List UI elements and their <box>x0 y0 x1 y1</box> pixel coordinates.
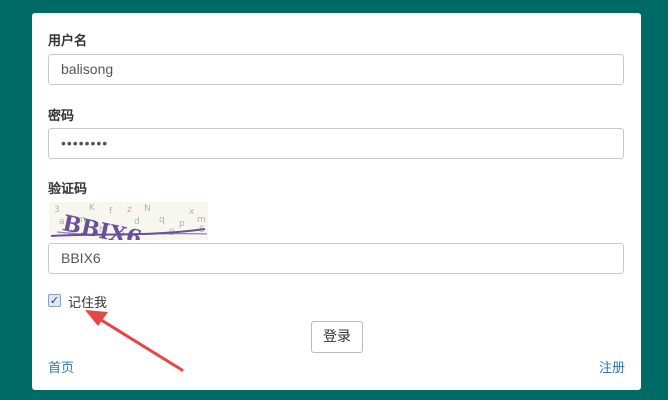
login-button[interactable]: 登录 <box>311 321 363 353</box>
captcha-label: 验证码 <box>48 182 88 197</box>
register-link[interactable]: 注册 <box>599 357 625 376</box>
password-input[interactable]: •••••••• <box>48 128 624 159</box>
remember-checkbox[interactable]: ✓ <box>48 294 61 307</box>
svg-text:x: x <box>189 207 195 217</box>
captcha-image[interactable]: 3yK eN9 xSm d qf ahp zm BBIX6 <box>49 202 208 240</box>
username-label: 用户名 <box>48 34 88 49</box>
svg-text:3: 3 <box>54 205 60 215</box>
remember-label: 记住我 <box>68 296 108 311</box>
svg-text:p: p <box>179 219 185 229</box>
home-link[interactable]: 首页 <box>48 357 74 376</box>
login-panel: 用户名 balisong 密码 •••••••• 验证码 3yK eN9 xSm… <box>32 13 641 390</box>
svg-text:m: m <box>197 215 206 225</box>
password-label: 密码 <box>48 109 75 124</box>
username-input[interactable]: balisong <box>48 54 624 85</box>
svg-text:q: q <box>159 215 165 225</box>
checkmark-icon: ✓ <box>49 294 60 307</box>
svg-text:N: N <box>144 204 151 214</box>
svg-text:z: z <box>127 205 132 215</box>
captcha-input[interactable]: BBIX6 <box>48 243 624 274</box>
